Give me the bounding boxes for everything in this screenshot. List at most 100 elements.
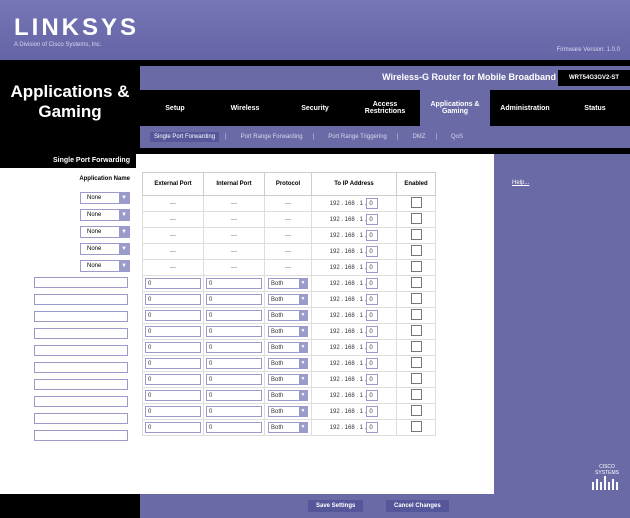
ip-last-octet-input[interactable]: 0 xyxy=(366,262,379,273)
enabled-checkbox[interactable] xyxy=(410,325,422,336)
application-name-input[interactable] xyxy=(34,396,128,407)
application-select[interactable]: None ▼ xyxy=(80,243,130,255)
protocol-select[interactable]: Both ▼ xyxy=(268,326,308,337)
tab-administration[interactable]: Administration xyxy=(490,90,560,126)
external-port-input[interactable]: 0 xyxy=(145,358,201,369)
internal-port-input[interactable]: 0 xyxy=(206,326,262,337)
section-label: Single Port Forwarding xyxy=(0,154,136,168)
protocol-select[interactable]: Both ▼ xyxy=(268,294,308,305)
subtab-qos[interactable]: QoS xyxy=(447,134,467,140)
page-title: Applications & Gaming xyxy=(0,66,140,148)
protocol-select[interactable]: Both ▼ xyxy=(268,342,308,353)
enabled-checkbox[interactable] xyxy=(410,341,422,352)
subtab-port-range-triggering[interactable]: Port Range Triggering xyxy=(324,134,391,140)
tab-wireless[interactable]: Wireless xyxy=(210,90,280,126)
internal-port-input[interactable]: 0 xyxy=(206,278,262,289)
application-name-input[interactable] xyxy=(34,328,128,339)
internal-port-input[interactable]: 0 xyxy=(206,310,262,321)
protocol-select[interactable]: Both ▼ xyxy=(268,358,308,369)
subtab-port-range-forwarding[interactable]: Port Range Forwarding xyxy=(237,134,307,140)
internal-port-cell: 0 xyxy=(203,323,265,340)
protocol-select[interactable]: Both ▼ xyxy=(268,374,308,385)
enabled-checkbox[interactable] xyxy=(410,389,422,400)
enabled-checkbox[interactable] xyxy=(410,261,422,272)
subtab-separator: | xyxy=(396,134,399,140)
enabled-checkbox[interactable] xyxy=(410,293,422,304)
ip-last-octet-input[interactable]: 0 xyxy=(366,390,379,401)
tab-setup[interactable]: Setup xyxy=(140,90,210,126)
external-port-input[interactable]: 0 xyxy=(145,406,201,417)
ip-last-octet-input[interactable]: 0 xyxy=(366,310,379,321)
ip-last-octet-input[interactable]: 0 xyxy=(366,406,379,417)
enabled-checkbox[interactable] xyxy=(410,405,422,416)
ip-last-octet-input[interactable]: 0 xyxy=(366,422,379,433)
ip-last-octet-input[interactable]: 0 xyxy=(366,230,379,241)
internal-port-input[interactable]: 0 xyxy=(206,342,262,353)
application-name-input[interactable] xyxy=(34,294,128,305)
enabled-checkbox[interactable] xyxy=(410,197,422,208)
enabled-checkbox[interactable] xyxy=(410,277,422,288)
application-name-input[interactable] xyxy=(34,362,128,373)
help-link[interactable]: Help... xyxy=(512,180,529,186)
external-port-input[interactable]: 0 xyxy=(145,342,201,353)
protocol-select[interactable]: Both ▼ xyxy=(268,406,308,417)
internal-port-input[interactable]: 0 xyxy=(206,422,262,433)
application-name-input[interactable] xyxy=(34,413,128,424)
external-port-input[interactable]: 0 xyxy=(145,278,201,289)
application-select[interactable]: None ▼ xyxy=(80,260,130,272)
external-port-input[interactable]: 0 xyxy=(145,326,201,337)
save-settings-button[interactable]: Save Settings xyxy=(308,500,364,512)
protocol-select[interactable]: Both ▼ xyxy=(268,278,308,289)
protocol-select[interactable]: Both ▼ xyxy=(268,310,308,321)
external-port-input[interactable]: 0 xyxy=(145,294,201,305)
enabled-checkbox[interactable] xyxy=(410,309,422,320)
internal-port-input[interactable]: 0 xyxy=(206,358,262,369)
external-port-input[interactable]: 0 xyxy=(145,390,201,401)
subtab-dmz[interactable]: DMZ xyxy=(408,134,429,140)
enabled-checkbox[interactable] xyxy=(410,245,422,256)
tab-status[interactable]: Status xyxy=(560,90,630,126)
ip-last-octet-input[interactable]: 0 xyxy=(366,278,379,289)
ip-last-octet-input[interactable]: 0 xyxy=(366,246,379,257)
external-port-input[interactable]: 0 xyxy=(145,422,201,433)
ip-last-octet-input[interactable]: 0 xyxy=(366,214,379,225)
ip-cell: 192 . 168 . 1 .0 xyxy=(311,419,397,436)
application-name-input[interactable] xyxy=(34,430,128,441)
tab-security[interactable]: Security xyxy=(280,90,350,126)
linksys-logo: LINKSYS xyxy=(14,14,140,41)
ip-cell: 192 . 168 . 1 .0 xyxy=(311,275,397,292)
application-select[interactable]: None ▼ xyxy=(80,209,130,221)
application-select[interactable]: None ▼ xyxy=(80,192,130,204)
application-select[interactable]: None ▼ xyxy=(80,226,130,238)
subtab-single-port-forwarding[interactable]: Single Port Forwarding xyxy=(150,132,220,142)
tab-applications-gaming[interactable]: Applications & Gaming xyxy=(420,90,490,126)
table-row: 0 0 Both ▼ 192 . 168 . 1 .0 xyxy=(142,339,436,356)
ip-last-octet-input[interactable]: 0 xyxy=(366,326,379,337)
internal-port-input[interactable]: 0 xyxy=(206,390,262,401)
ip-last-octet-input[interactable]: 0 xyxy=(366,342,379,353)
internal-port-input[interactable]: 0 xyxy=(206,374,262,385)
internal-port-input[interactable]: 0 xyxy=(206,406,262,417)
tab-access-restrictions[interactable]: Access Restrictions xyxy=(350,90,420,126)
ip-last-octet-input[interactable]: 0 xyxy=(366,374,379,385)
application-name-input[interactable] xyxy=(34,277,128,288)
external-port-input[interactable]: 0 xyxy=(145,374,201,385)
ip-prefix: 192 . 168 . 1 . xyxy=(329,361,367,367)
enabled-checkbox[interactable] xyxy=(410,213,422,224)
table-row: --- --- --- 192 . 168 . 1 .0 xyxy=(142,211,436,228)
enabled-checkbox[interactable] xyxy=(410,229,422,240)
enabled-checkbox[interactable] xyxy=(410,421,422,432)
ip-last-octet-input[interactable]: 0 xyxy=(366,294,379,305)
protocol-select[interactable]: Both ▼ xyxy=(268,422,308,433)
enabled-checkbox[interactable] xyxy=(410,373,422,384)
application-name-input[interactable] xyxy=(34,345,128,356)
internal-port-input[interactable]: 0 xyxy=(206,294,262,305)
application-name-input[interactable] xyxy=(34,311,128,322)
cancel-changes-button[interactable]: Cancel Changes xyxy=(386,500,449,512)
ip-last-octet-input[interactable]: 0 xyxy=(366,198,379,209)
application-name-input[interactable] xyxy=(34,379,128,390)
protocol-select[interactable]: Both ▼ xyxy=(268,390,308,401)
external-port-input[interactable]: 0 xyxy=(145,310,201,321)
enabled-checkbox[interactable] xyxy=(410,357,422,368)
ip-last-octet-input[interactable]: 0 xyxy=(366,358,379,369)
